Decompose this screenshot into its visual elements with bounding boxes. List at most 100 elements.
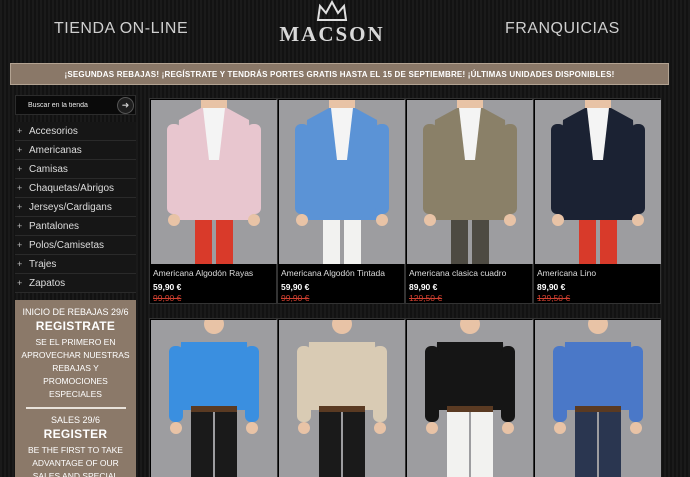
promo-title-en[interactable]: REGISTER	[15, 427, 136, 441]
category-item-zapatos[interactable]: + Zapatos	[15, 274, 136, 293]
nav-franquicias[interactable]: FRANQUICIAS	[505, 20, 620, 38]
product-photo[interactable]	[407, 100, 533, 264]
category-item-jerseys[interactable]: + Jerseys/Cardigans	[15, 198, 136, 217]
model-arm-right	[501, 346, 515, 422]
product-photo[interactable]	[279, 100, 405, 264]
product-photo[interactable]	[151, 320, 277, 477]
site-header: TIENDA ON-LINE MACSON FRANQUICIAS	[0, 0, 690, 60]
macson-logo[interactable]: MACSON	[270, 0, 394, 56]
product-old-price: 99,90 €	[281, 293, 310, 303]
product-price: 89,90 €	[537, 282, 566, 292]
product-price: 59,90 €	[153, 282, 182, 292]
model-arm-left	[167, 124, 181, 214]
product-card[interactable]: Americana Algodón Rayas 59,90 € 99,90 €	[149, 98, 277, 304]
product-photo[interactable]	[407, 320, 533, 477]
logo-text: MACSON	[279, 22, 385, 46]
promo-date-es: INICIO DE REBAJAS 29/6	[22, 307, 129, 317]
model-pants-left	[319, 412, 341, 477]
model-pants-left	[579, 220, 596, 264]
model-hand-right	[632, 214, 644, 226]
product-old-price: 129,50 €	[537, 293, 571, 303]
product-name[interactable]: Americana Algodón Rayas	[153, 268, 274, 278]
product-card[interactable]	[405, 318, 533, 477]
promo-title-es[interactable]: REGISTRATE	[15, 319, 136, 333]
model-head	[588, 320, 608, 334]
product-photo[interactable]	[535, 100, 661, 264]
model-pants-left	[447, 412, 469, 477]
search-submit-button[interactable]: ➜	[117, 97, 134, 114]
model-pants-right	[216, 220, 233, 264]
model-pants-right	[215, 412, 237, 477]
product-photo[interactable]	[279, 320, 405, 477]
product-card[interactable]	[533, 318, 661, 477]
model-head	[460, 320, 480, 334]
promo-text-es: SE EL PRIMERO EN APROVECHAR NUESTRAS REB…	[21, 337, 130, 399]
model-hand-right	[502, 422, 514, 434]
model-shirt	[179, 342, 249, 410]
model-pants-right	[344, 220, 361, 264]
product-photo[interactable]	[535, 320, 661, 477]
model-belt	[575, 406, 621, 412]
search-input[interactable]	[16, 96, 116, 114]
product-card[interactable]: Americana Lino 89,90 € 129,50 €	[533, 98, 661, 304]
model-arm-right	[631, 124, 645, 214]
plus-icon: +	[17, 126, 23, 136]
product-name[interactable]: Americana Algodón Tintada	[281, 268, 402, 278]
model-hand-left	[170, 422, 182, 434]
category-item-camisas[interactable]: + Camisas	[15, 160, 136, 179]
category-item-americanas[interactable]: + Americanas	[15, 141, 136, 160]
model-hand-right	[504, 214, 516, 226]
category-item-polos[interactable]: + Polos/Camisetas	[15, 236, 136, 255]
model-pants-right	[599, 412, 621, 477]
model-hand-right	[630, 422, 642, 434]
model-arm-right	[373, 346, 387, 422]
model-hand-left	[552, 214, 564, 226]
model-arm-right	[247, 124, 261, 214]
product-card[interactable]: Americana Algodón Tintada 59,90 € 99,90 …	[277, 98, 405, 304]
model-arm-left	[169, 346, 183, 422]
product-card[interactable]	[149, 318, 277, 477]
product-name[interactable]: Americana clasica cuadro	[409, 268, 530, 278]
model-arm-left	[423, 124, 437, 214]
model-arm-right	[245, 346, 259, 422]
promo-text-en: BE THE FIRST TO TAKE ADVANTAGE OF OUR SA…	[28, 445, 123, 477]
product-old-price: 99,90 €	[153, 293, 182, 303]
category-item-trajes[interactable]: + Trajes	[15, 255, 136, 274]
model-hand-left	[424, 214, 436, 226]
plus-icon: +	[17, 202, 23, 212]
category-item-pantalones[interactable]: + Pantalones	[15, 217, 136, 236]
category-item-accesorios[interactable]: + Accesorios	[15, 122, 136, 141]
plus-icon: +	[17, 259, 23, 269]
promo-banner[interactable]: ¡SEGUNDAS REBAJAS! ¡REGÍSTRATE Y TENDRÁS…	[10, 63, 669, 85]
model-hand-right	[248, 214, 260, 226]
plus-icon: +	[17, 164, 23, 174]
product-photo[interactable]	[151, 100, 277, 264]
plus-icon: +	[17, 240, 23, 250]
model-pants-left	[575, 412, 597, 477]
plus-icon: +	[17, 278, 23, 288]
model-pants-left	[451, 220, 468, 264]
model-hand-left	[298, 422, 310, 434]
model-pants-right	[600, 220, 617, 264]
category-item-chaquetas[interactable]: + Chaquetas/Abrigos	[15, 179, 136, 198]
model-pants-right	[472, 220, 489, 264]
model-arm-left	[551, 124, 565, 214]
model-pants-left	[195, 220, 212, 264]
product-card[interactable]	[277, 318, 405, 477]
model-head	[204, 320, 224, 334]
crown-icon	[316, 0, 348, 21]
arrow-right-icon: ➜	[121, 100, 130, 110]
model-head	[332, 320, 352, 334]
nav-tienda-online[interactable]: TIENDA ON-LINE	[54, 20, 188, 38]
register-promo-box[interactable]: INICIO DE REBAJAS 29/6 REGISTRATE SE EL …	[15, 300, 136, 477]
model-arm-right	[503, 124, 517, 214]
model-pants-left	[191, 412, 213, 477]
model-arm-right	[629, 346, 643, 422]
product-name[interactable]: Americana Lino	[537, 268, 658, 278]
model-hand-left	[426, 422, 438, 434]
model-arm-left	[425, 346, 439, 422]
product-card[interactable]: Americana clasica cuadro 89,90 € 129,50 …	[405, 98, 533, 304]
sidebar: ➜ +Accesorios +Americanas +Camisas +Chaq…	[15, 95, 136, 477]
model-pants-left	[323, 220, 340, 264]
model-shirt	[307, 342, 377, 410]
